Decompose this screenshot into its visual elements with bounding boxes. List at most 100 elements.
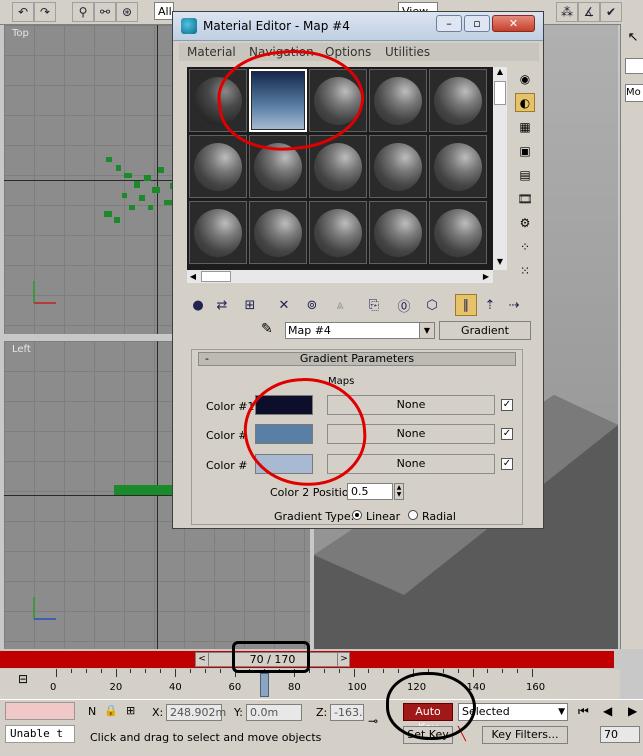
reset-map-icon[interactable]: ✕ xyxy=(273,294,295,316)
sample-slot[interactable] xyxy=(369,201,427,264)
go-to-parent-icon[interactable]: ⇡ xyxy=(479,294,501,316)
y-coordinate-field[interactable]: 0.0m xyxy=(246,704,302,721)
chevron-down-icon: ▼ xyxy=(558,707,565,717)
bind-icon[interactable]: ⊛ xyxy=(116,2,138,22)
go-forward-to-sibling-icon[interactable]: ⇢ xyxy=(503,294,525,316)
color-2-position-label: Color 2 Position: xyxy=(270,486,360,499)
map-name-value: Map #4 xyxy=(288,324,331,337)
assign-to-selection-icon[interactable]: ⊞ xyxy=(239,294,261,316)
material-id-channel-icon[interactable]: ⓪ xyxy=(393,294,415,316)
put-to-library-icon[interactable]: ⎘ xyxy=(363,294,385,316)
video-color-check-icon[interactable]: ▤ xyxy=(515,165,535,184)
scroll-right-icon[interactable]: ▶ xyxy=(480,270,492,283)
sample-slot[interactable] xyxy=(309,201,367,264)
x-coordinate-field[interactable]: 248.902m xyxy=(166,704,226,721)
scroll-up-icon[interactable]: ▲ xyxy=(493,67,507,79)
selection-filter-dropdown[interactable]: All xyxy=(154,2,174,20)
named-selection-icon[interactable]: ✔ xyxy=(600,2,622,22)
scroll-down-icon[interactable]: ▼ xyxy=(493,257,507,269)
show-end-result-icon[interactable]: ∥ xyxy=(455,294,477,316)
key-icon[interactable]: ⊸ xyxy=(368,714,378,728)
key-filters-button[interactable]: Key Filters... xyxy=(482,726,568,744)
color-2-position-field[interactable]: 0.5 xyxy=(347,483,393,500)
close-button[interactable]: ✕ xyxy=(492,15,535,32)
sample-slot[interactable] xyxy=(369,135,427,198)
select-by-material-icon[interactable]: ⁘ xyxy=(515,237,535,256)
get-material-icon[interactable]: ● xyxy=(187,294,209,316)
backlight-icon[interactable]: ◐ xyxy=(515,93,535,112)
unlink-icon[interactable]: ⚯ xyxy=(94,2,116,22)
maximize-button[interactable]: ▫ xyxy=(464,15,490,32)
lock-icon[interactable]: 🔒 xyxy=(104,704,118,717)
timeline-minor-tick xyxy=(457,669,459,673)
minimize-button[interactable]: – xyxy=(436,15,462,32)
redo-icon[interactable]: ↷ xyxy=(34,2,56,22)
menu-utilities[interactable]: Utilities xyxy=(385,45,430,59)
scrollbar-thumb[interactable] xyxy=(201,271,231,282)
make-unique-icon[interactable]: ⩓ xyxy=(329,294,351,316)
open-mini-curve-editor-icon[interactable]: ⊟ xyxy=(18,672,28,686)
titlebar[interactable]: Material Editor - Map #4 – ▫ ✕ xyxy=(173,12,543,41)
put-to-scene-icon[interactable]: ⇄ xyxy=(211,294,233,316)
color-2-map-checkbox[interactable]: ✓ xyxy=(501,428,513,440)
timeline-tick xyxy=(56,669,57,677)
linear-radio[interactable] xyxy=(352,510,362,520)
maxscript-output: Unable t xyxy=(5,725,75,743)
maxscript-listener[interactable] xyxy=(5,702,75,720)
time-slider-marker xyxy=(260,673,269,697)
scroll-left-icon[interactable]: ◀ xyxy=(187,270,199,283)
modifier-list[interactable]: Mo xyxy=(625,84,643,102)
axis-tripod-icon xyxy=(33,597,56,620)
sample-slot[interactable] xyxy=(189,201,247,264)
color-1-map-checkbox[interactable]: ✓ xyxy=(501,399,513,411)
map-type-button[interactable]: Gradient xyxy=(439,321,531,340)
viewport-label: Top xyxy=(12,28,29,39)
next-frame-icon[interactable]: > xyxy=(337,653,350,666)
sample-uv-tiling-icon[interactable]: ▣ xyxy=(515,141,535,160)
map-name-field[interactable]: Map #4 ▼ xyxy=(285,322,435,339)
eyedropper-icon[interactable]: ✎ xyxy=(261,321,273,337)
scene-object xyxy=(114,485,174,495)
sample-slot[interactable] xyxy=(429,69,487,132)
radial-radio[interactable] xyxy=(408,510,418,520)
y-label: Y: xyxy=(234,706,243,719)
sample-slot[interactable] xyxy=(429,201,487,264)
scrollbar-thumb[interactable] xyxy=(494,81,506,105)
prompt-line: Click and drag to select and move object… xyxy=(90,731,322,744)
angle-snap-icon[interactable]: ∡ xyxy=(578,2,600,22)
snap-icon[interactable]: ⁂ xyxy=(556,2,578,22)
link-icon[interactable]: ⚲ xyxy=(72,2,94,22)
chevron-down-icon[interactable]: ▼ xyxy=(419,323,434,338)
go-to-start-icon[interactable]: ⏮ xyxy=(578,704,589,719)
z-coordinate-field[interactable]: -163.9 xyxy=(330,704,364,721)
show-map-in-viewport-icon[interactable]: ⬡ xyxy=(421,294,443,316)
menu-material[interactable]: Material xyxy=(187,45,236,59)
material-sphere xyxy=(314,142,362,191)
make-copy-icon[interactable]: ⊚ xyxy=(301,294,323,316)
material-map-navigator-icon[interactable]: ⁙ xyxy=(515,261,535,280)
play-icon[interactable]: ▶ xyxy=(628,704,637,718)
rollout-header[interactable]: - Gradient Parameters xyxy=(198,352,516,366)
options-icon[interactable]: ⚙ xyxy=(515,213,535,232)
sample-slot[interactable] xyxy=(189,135,247,198)
color-3-map-checkbox[interactable]: ✓ xyxy=(501,458,513,470)
sample-slot[interactable] xyxy=(369,69,427,132)
timeline-tick-label: 80 xyxy=(288,682,301,693)
spinner-icon[interactable]: ▲ ▼ xyxy=(394,483,404,500)
current-frame-field[interactable]: 70 xyxy=(600,726,640,743)
slots-horizontal-scrollbar[interactable]: ◀ ▶ xyxy=(187,270,493,283)
absolute-mode-icon[interactable]: ⊞ xyxy=(126,704,135,717)
timeline-minor-tick xyxy=(323,669,325,673)
sample-slot[interactable] xyxy=(429,135,487,198)
make-preview-icon[interactable]: 🎞 xyxy=(515,189,535,208)
timeline-tick-label: 160 xyxy=(526,682,546,693)
track-bar[interactable]: ⊟ 0 20 40 60 80 100 120 140 160 xyxy=(0,669,620,699)
sample-type-icon[interactable]: ◉ xyxy=(515,69,535,88)
pointer-icon[interactable]: ↖ xyxy=(624,30,642,46)
prev-key-icon[interactable]: ◀ xyxy=(603,704,612,718)
slots-vertical-scrollbar[interactable]: ▲ ▼ xyxy=(493,67,507,270)
undo-icon[interactable]: ↶ xyxy=(12,2,34,22)
name-field[interactable] xyxy=(625,58,643,74)
background-icon[interactable]: ▦ xyxy=(515,117,535,136)
sample-slot[interactable] xyxy=(249,201,307,264)
